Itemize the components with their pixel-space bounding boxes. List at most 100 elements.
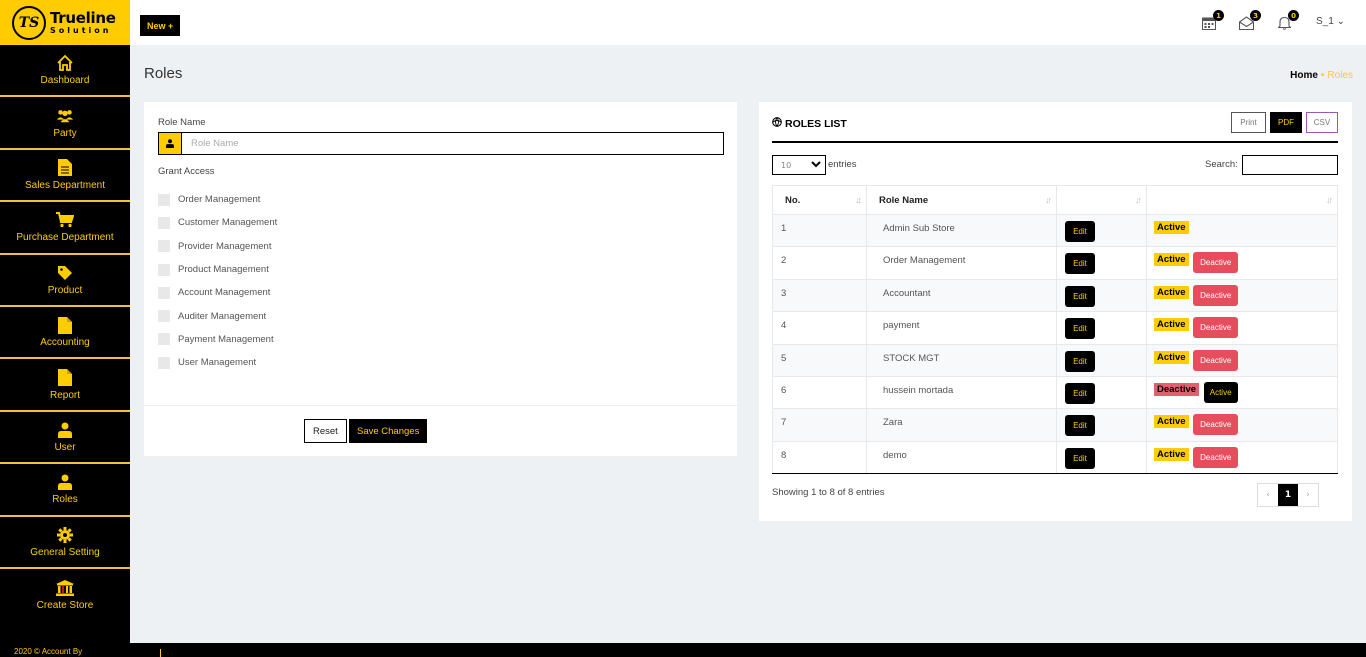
status-badge: Active: [1154, 221, 1189, 234]
edit-button[interactable]: Edit: [1065, 415, 1095, 437]
cell-no: 4: [772, 311, 867, 345]
permission-label: Product Management: [178, 264, 269, 276]
checkbox[interactable]: [158, 240, 170, 253]
pagination-prev[interactable]: ‹: [1258, 484, 1278, 506]
sidebar-item-accounting[interactable]: Accounting: [0, 307, 130, 360]
roles-table: No. ↓↕ Role Name ↓↑ ↓↑ ↓↑ 1 Admin Sub Store…: [772, 185, 1338, 475]
bell-icon[interactable]: 0: [1275, 10, 1299, 32]
activate-button[interactable]: Active: [1203, 381, 1238, 403]
sidebar-item-purchase-department[interactable]: Purchase Department: [0, 202, 130, 255]
checkbox[interactable]: [158, 263, 170, 276]
table-info: Showing 1 to 8 of 8 entries: [772, 487, 885, 498]
search-input[interactable]: [1242, 155, 1338, 175]
edit-button[interactable]: Edit: [1065, 350, 1095, 372]
breadcrumb-home[interactable]: Home: [1290, 70, 1318, 81]
envelope-icon[interactable]: 3: [1237, 10, 1261, 32]
sidebar-item-general-setting[interactable]: General Setting: [0, 517, 130, 569]
permission-checkbox-payment-management[interactable]: Payment Management: [158, 328, 277, 351]
checkbox[interactable]: [158, 333, 170, 346]
tag-icon: [56, 264, 74, 282]
checkbox[interactable]: [158, 356, 170, 369]
sidebar-item-party[interactable]: Party: [0, 97, 130, 150]
sidebar-item-label: Product: [47, 284, 83, 296]
sidebar-item-sales-department[interactable]: Sales Department: [0, 150, 130, 203]
csv-button[interactable]: CSV: [1306, 112, 1338, 133]
save-changes-button[interactable]: Save Changes: [349, 419, 428, 443]
reset-button[interactable]: Reset: [304, 419, 347, 443]
permission-checkbox-user-management[interactable]: User Management: [158, 351, 277, 374]
permission-checkbox-order-management[interactable]: Order Management: [158, 188, 277, 211]
sidebar-item-product[interactable]: Product: [0, 255, 130, 307]
column-header-status[interactable]: ↓↑: [1146, 185, 1338, 215]
breadcrumb: Home • Roles: [1290, 70, 1353, 81]
cell-edit: Edit: [1056, 278, 1147, 312]
column-header-role-name[interactable]: Role Name ↓↑: [866, 185, 1057, 215]
entries-length-select[interactable]: 10: [772, 155, 826, 175]
checkbox[interactable]: [158, 216, 170, 229]
brand-name: Trueline: [50, 8, 116, 27]
deactivate-button[interactable]: Deactive: [1193, 414, 1239, 436]
checkbox[interactable]: [158, 286, 170, 299]
cell-no: 8: [772, 440, 867, 475]
breadcrumb-current: Roles: [1327, 70, 1353, 81]
edit-button[interactable]: Edit: [1065, 447, 1095, 469]
sidebar-item-report[interactable]: Report: [0, 359, 130, 412]
edit-button[interactable]: Edit: [1065, 285, 1095, 307]
deactivate-button[interactable]: Deactive: [1193, 284, 1239, 306]
entries-length-value: 10: [781, 160, 792, 170]
brand-logo[interactable]: TS Trueline Solution: [0, 0, 130, 45]
cell-role-name: demo: [866, 440, 1057, 475]
table-row: 6 hussein mortada Edit Deactive Active: [772, 375, 1338, 409]
column-header-no[interactable]: No. ↓↕: [772, 185, 867, 215]
edit-button[interactable]: Edit: [1065, 221, 1095, 242]
permission-checkbox-product-management[interactable]: Product Management: [158, 258, 277, 281]
cell-role-name: Zara: [866, 408, 1057, 442]
permission-checkbox-provider-management[interactable]: Provider Management: [158, 235, 277, 258]
cell-status: Active Deactive: [1146, 440, 1338, 475]
edit-button[interactable]: Edit: [1065, 253, 1095, 275]
edit-button[interactable]: Edit: [1065, 318, 1095, 340]
permission-checkbox-account-management[interactable]: Account Management: [158, 281, 277, 304]
permission-label: Provider Management: [178, 240, 272, 252]
cell-edit: Edit: [1056, 311, 1147, 345]
sidebar-item-roles[interactable]: Roles: [0, 464, 130, 517]
sidebar-item-user[interactable]: User: [0, 412, 130, 465]
deactivate-button[interactable]: Deactive: [1193, 446, 1239, 468]
permission-checkbox-customer-management[interactable]: Customer Management: [158, 211, 277, 234]
cell-role-name: STOCK MGT: [866, 343, 1057, 377]
sidebar-item-create-store[interactable]: Create Store: [0, 569, 130, 621]
cell-status: Active Deactive: [1146, 246, 1338, 280]
sort-icon: ↓↑: [1135, 195, 1142, 205]
pagination-page[interactable]: 1: [1278, 484, 1298, 506]
permission-label: User Management: [178, 357, 257, 369]
sidebar-item-label: Accounting: [40, 337, 90, 349]
status-badge: Active: [1154, 318, 1189, 332]
edit-button[interactable]: Edit: [1065, 382, 1095, 404]
checkbox[interactable]: [158, 310, 170, 323]
status-badge: Deactive: [1154, 382, 1200, 396]
deactivate-button[interactable]: Deactive: [1193, 252, 1239, 274]
role-name-input[interactable]: [182, 133, 723, 154]
deactivate-button[interactable]: Deactive: [1193, 317, 1239, 339]
calendar-icon[interactable]: 1: [1200, 10, 1224, 32]
notification-count: 3: [1250, 10, 1261, 21]
column-header-edit[interactable]: ↓↑: [1056, 185, 1147, 215]
gear-icon: [56, 526, 74, 544]
roles-list-title-text: ROLES LIST: [785, 117, 847, 130]
page-title: Roles: [144, 65, 183, 82]
status-badge: Active: [1154, 415, 1189, 429]
new-button[interactable]: New +: [140, 15, 181, 36]
pdf-button[interactable]: PDF: [1270, 112, 1302, 133]
sidebar-item-dashboard[interactable]: Dashboard: [0, 45, 130, 98]
checkbox[interactable]: [158, 193, 170, 206]
deactivate-button[interactable]: Deactive: [1193, 349, 1239, 371]
entries-label: entries: [828, 159, 857, 170]
print-button[interactable]: Print: [1231, 112, 1266, 133]
permission-checkbox-auditer-management[interactable]: Auditer Management: [158, 304, 277, 327]
home-icon: [56, 54, 74, 72]
user-menu[interactable]: S_1 ⌄: [1316, 16, 1345, 27]
user-icon: [159, 133, 182, 154]
cell-status: Active Deactive: [1146, 343, 1338, 377]
pagination-next[interactable]: ›: [1298, 484, 1318, 506]
table-row: 5 STOCK MGT Edit Active Deactive: [772, 343, 1338, 377]
